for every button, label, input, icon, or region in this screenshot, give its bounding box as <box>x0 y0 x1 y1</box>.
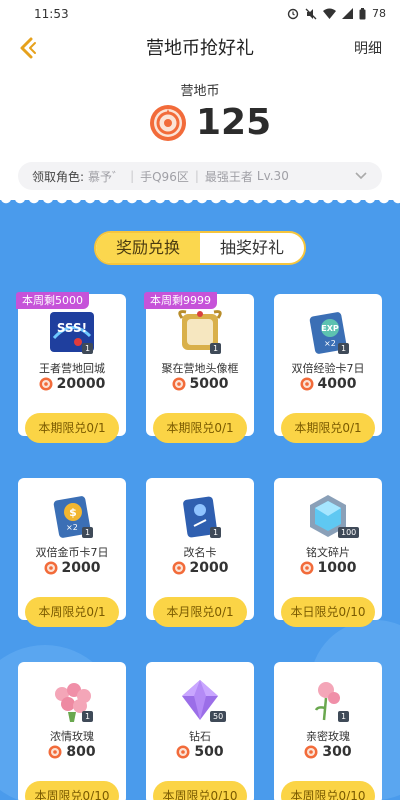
status-time: 11:53 <box>34 7 69 21</box>
item-name: 亲密玫瑰 <box>306 730 350 743</box>
role-server: 手Q96区 <box>140 169 189 184</box>
item-price: 300 <box>274 744 382 760</box>
role-rank: 最强王者 <box>204 169 253 184</box>
page-title: 营地币抢好礼 <box>146 38 254 59</box>
item-price: 800 <box>18 744 126 760</box>
role-level: Lv.30 <box>256 169 289 183</box>
detail-link[interactable]: 明细 <box>354 38 382 58</box>
redeem-button[interactable]: 本月限兑0/1 <box>153 597 247 627</box>
camp-coin-icon <box>150 104 186 141</box>
quantity-badge: 1 <box>338 343 350 354</box>
tab-reward-exchange[interactable]: 奖励兑换 <box>96 233 200 263</box>
redeem-button[interactable]: 本期限兑0/1 <box>153 413 247 443</box>
wifi-icon <box>323 8 336 19</box>
chevron-down-icon <box>355 172 367 180</box>
reward-card-rose-bouquet[interactable]: 1 浓情玫瑰 800 <box>18 662 126 800</box>
role-separator: | <box>194 169 199 183</box>
svg-text:×2: ×2 <box>66 523 78 532</box>
item-price: 4000 <box>274 376 382 392</box>
svg-text:$: $ <box>69 506 77 519</box>
balance-section: 营地币 125 领取角色: 慕予゛ | 手Q96区 | 最强王者 Lv.30 <box>0 68 400 200</box>
item-name: 铭文碎片 <box>306 546 350 559</box>
item-name: 改名卡 <box>183 546 217 559</box>
svg-text:×2: ×2 <box>324 339 336 348</box>
price-value: 2000 <box>189 560 229 576</box>
camp-coin-icon <box>48 745 62 759</box>
item-price: 5000 <box>146 376 254 392</box>
reward-card-diamond[interactable]: 50 钻石 500 <box>146 662 254 800</box>
battery-icon <box>359 7 366 19</box>
quantity-badge: 1 <box>210 343 222 354</box>
system-indicators: 78 <box>287 7 386 20</box>
redeem-button[interactable]: 本周限兑0/10 <box>153 781 247 800</box>
reward-card-rose[interactable]: 1 亲密玫瑰 300 <box>274 662 382 800</box>
status-bar: 11:53 78 <box>0 0 400 28</box>
camp-coin-icon <box>172 561 186 575</box>
camp-coin-icon <box>176 745 190 759</box>
redeem-button[interactable]: 本期限兑0/1 <box>281 413 375 443</box>
role-selector[interactable]: 领取角色: 慕予゛ | 手Q96区 | 最强王者 Lv.30 <box>18 162 382 190</box>
redeem-button[interactable]: 本日限兑0/10 <box>281 597 375 627</box>
camp-coin-icon <box>172 377 186 391</box>
role-label: 领取角色: <box>32 169 85 184</box>
quantity-badge: 50 <box>210 711 227 722</box>
tab-lottery-gifts[interactable]: 抽奖好礼 <box>200 233 304 263</box>
mute-icon <box>305 8 317 19</box>
quantity-badge: 1 <box>210 527 222 538</box>
price-value: 800 <box>66 744 96 760</box>
camp-coin-icon <box>44 561 58 575</box>
quantity-badge: 1 <box>82 527 94 538</box>
item-name: 聚在营地头像框 <box>161 362 239 375</box>
quantity-badge: 100 <box>338 527 360 538</box>
redeem-button[interactable]: 本期限兑0/1 <box>25 413 119 443</box>
tab-switcher: 奖励兑换 抽奖好礼 <box>94 231 306 265</box>
svg-text:SSS!: SSS! <box>57 321 87 335</box>
stock-ribbon: 本周剩9999 <box>144 292 217 309</box>
item-name: 双倍金币卡7日 <box>35 546 109 559</box>
item-price: 2000 <box>18 560 126 576</box>
role-separator: | <box>130 169 135 183</box>
battery-level: 78 <box>372 7 386 20</box>
item-price: 2000 <box>146 560 254 576</box>
rewards-section: 奖励兑换 抽奖好礼 SSS! 本周剩5000 1 王者营地回城 20000 本期… <box>0 200 400 800</box>
price-value: 500 <box>194 744 224 760</box>
title-bar: 营地币抢好礼 明细 <box>0 28 400 68</box>
item-name: 浓情玫瑰 <box>50 730 94 743</box>
item-name: 双倍经验卡7日 <box>291 362 365 375</box>
price-value: 20000 <box>56 376 106 392</box>
redeem-button[interactable]: 本周限兑0/1 <box>25 597 119 627</box>
price-value: 1000 <box>317 560 357 576</box>
camp-coin-icon <box>39 377 53 391</box>
item-price: 1000 <box>274 560 382 576</box>
redeem-button[interactable]: 本周限兑0/10 <box>281 781 375 800</box>
item-price: 20000 <box>18 376 126 392</box>
camp-coin-icon <box>300 377 314 391</box>
coin-balance: 125 <box>196 102 272 143</box>
signal-icon <box>342 8 353 19</box>
svg-text:EXP: EXP <box>321 324 339 333</box>
item-name: 王者营地回城 <box>39 362 105 375</box>
price-value: 4000 <box>317 376 357 392</box>
price-value: 300 <box>322 744 352 760</box>
item-price: 500 <box>146 744 254 760</box>
item-name: 钻石 <box>189 730 211 743</box>
camp-coin-icon <box>300 561 314 575</box>
price-value: 2000 <box>61 560 101 576</box>
price-value: 5000 <box>189 376 229 392</box>
currency-label: 营地币 <box>180 84 220 99</box>
alarm-icon <box>287 8 299 19</box>
camp-coin-icon <box>304 745 318 759</box>
redeem-button[interactable]: 本周限兑0/10 <box>25 781 119 800</box>
balance: 125 <box>148 102 271 143</box>
stock-ribbon: 本周剩5000 <box>16 292 89 309</box>
quantity-badge: 1 <box>82 711 94 722</box>
quantity-badge: 1 <box>338 711 350 722</box>
role-name: 慕予゛ <box>88 169 125 184</box>
quantity-badge: 1 <box>82 343 94 354</box>
